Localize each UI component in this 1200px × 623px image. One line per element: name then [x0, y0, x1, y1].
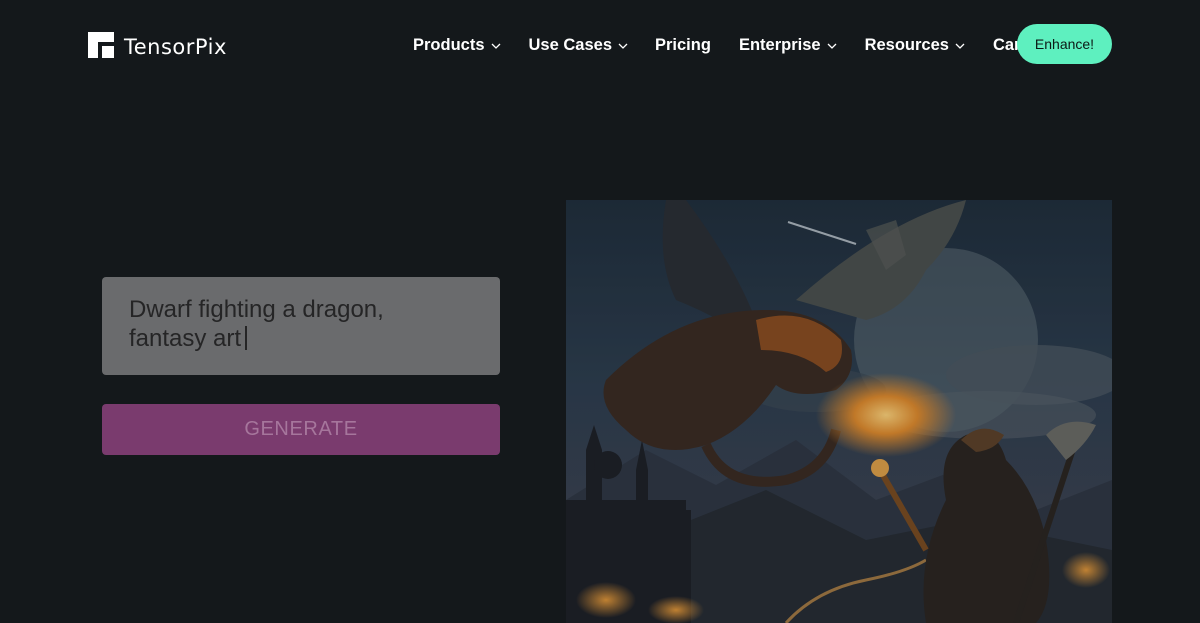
- nav-item-resources[interactable]: Resources: [865, 36, 965, 55]
- chevron-down-icon: [827, 43, 837, 49]
- brand-logo[interactable]: TensorPix: [88, 32, 227, 59]
- nav-item-label: Resources: [864, 35, 949, 54]
- text-caret: [245, 326, 248, 350]
- prompt-text-line-2-text: fantasy art: [129, 325, 242, 352]
- generate-button[interactable]: GENERATE: [102, 404, 500, 455]
- prompt-text-line-1: Dwarf fighting a dragon,: [129, 296, 384, 323]
- nav-item-enterprise[interactable]: Enterprise: [739, 36, 837, 55]
- chevron-down-icon: [618, 43, 628, 49]
- nav-item-label: Products: [413, 35, 485, 54]
- nav-item-use-cases[interactable]: Use Cases: [529, 36, 628, 55]
- brand-name: TensorPix: [124, 35, 227, 59]
- main-nav: Products Use Cases Pricing Enterprise Re…: [413, 34, 1054, 56]
- enhance-button[interactable]: Enhance!: [1017, 24, 1112, 64]
- prompt-text-line-2: fantasy art: [129, 324, 473, 353]
- nav-item-label: Enterprise: [738, 35, 821, 54]
- nav-item-label: Pricing: [655, 35, 711, 54]
- tensorpix-logo-icon: [88, 32, 114, 58]
- chevron-down-icon: [955, 43, 965, 49]
- prompt-input[interactable]: Dwarf fighting a dragon, fantasy art: [102, 277, 500, 375]
- generated-artwork-image: [566, 200, 1112, 623]
- nav-item-pricing[interactable]: Pricing: [655, 36, 711, 55]
- chevron-down-icon: [491, 43, 500, 49]
- page: TensorPix Products Use Cases Pricing Ent…: [0, 0, 1200, 623]
- nav-item-products[interactable]: Products: [413, 36, 501, 55]
- nav-item-label: Use Cases: [528, 35, 612, 54]
